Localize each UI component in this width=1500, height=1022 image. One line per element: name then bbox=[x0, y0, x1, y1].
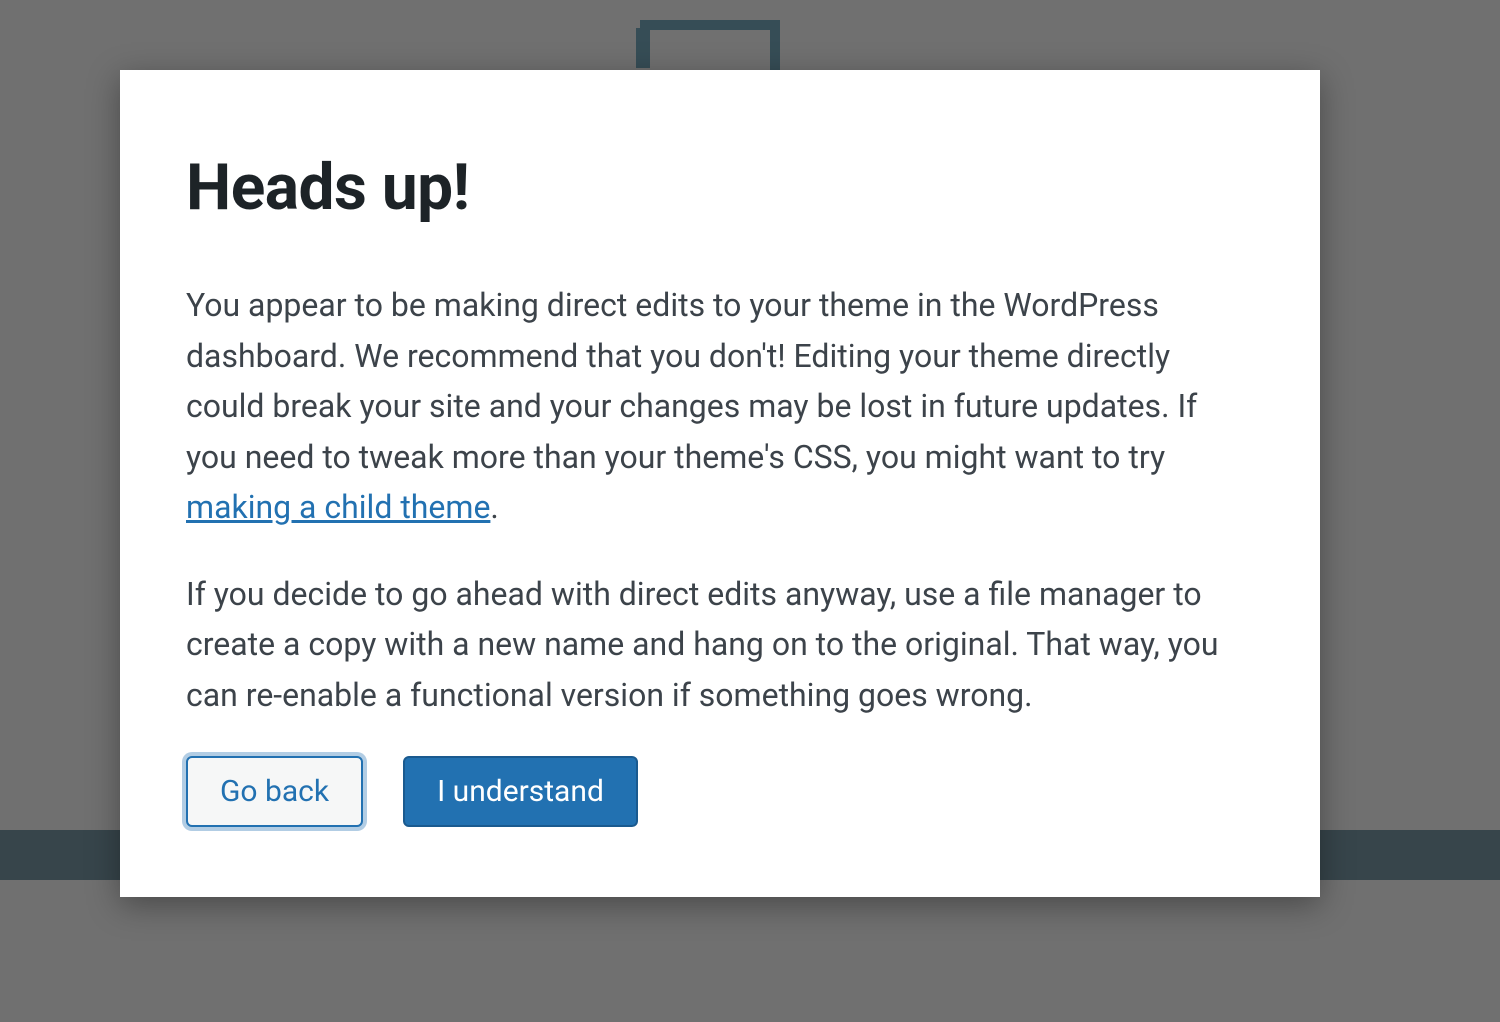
i-understand-button[interactable]: I understand bbox=[403, 756, 638, 827]
warning-modal: Heads up! You appear to be making direct… bbox=[120, 70, 1320, 897]
modal-body: You appear to be making direct edits to … bbox=[186, 280, 1254, 720]
modal-title: Heads up! bbox=[186, 150, 1254, 225]
modal-paragraph-1: You appear to be making direct edits to … bbox=[186, 280, 1254, 533]
child-theme-link[interactable]: making a child theme bbox=[186, 488, 490, 526]
go-back-button[interactable]: Go back bbox=[186, 756, 363, 827]
modal-paragraph-2: If you decide to go ahead with direct ed… bbox=[186, 569, 1254, 721]
modal-actions: Go back I understand bbox=[186, 756, 1254, 827]
modal-p1-tail: . bbox=[490, 488, 498, 526]
modal-p1-text: You appear to be making direct edits to … bbox=[186, 286, 1197, 476]
